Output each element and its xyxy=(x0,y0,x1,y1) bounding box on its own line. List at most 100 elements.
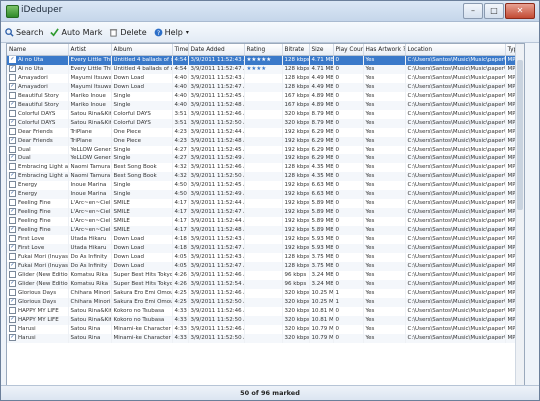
column-header[interactable]: Artist xyxy=(68,44,112,56)
minimize-button[interactable]: – xyxy=(463,3,483,19)
row-checkbox[interactable] xyxy=(9,127,16,135)
row-checkbox[interactable]: ✓ xyxy=(9,279,16,287)
auto-mark-label: Auto Mark xyxy=(61,27,103,37)
table-row[interactable]: Glorious Days Chihara Minori Sakura Ero Em… xyxy=(7,288,524,298)
row-checkbox[interactable] xyxy=(9,73,16,81)
row-checkbox[interactable]: ✓ xyxy=(9,56,16,63)
row-checkbox[interactable] xyxy=(9,288,16,296)
cell-plays: 0 xyxy=(333,190,364,200)
row-checkbox[interactable]: ✓ xyxy=(9,226,16,234)
table-row[interactable]: ✓Embracing Light and D...Naomi TamuraBes… xyxy=(7,172,524,182)
cell-plays: 0 xyxy=(333,55,364,65)
cell-album: Single xyxy=(111,154,173,164)
table-row[interactable]: Embracing Light and D...Naomi TamuraBest… xyxy=(7,163,524,173)
table-row[interactable]: ✓HAPPY MY LIFESatou Rina&Kita...Kokoro n… xyxy=(7,315,524,325)
row-checkbox[interactable]: ✓ xyxy=(9,100,16,108)
table-row[interactable]: ✓ Glorious Days Chihara Minori Sakura Ero E… xyxy=(7,297,524,307)
delete-button[interactable]: Delete xyxy=(109,24,147,40)
row-checkbox[interactable] xyxy=(9,109,16,117)
row-checkbox[interactable]: ✓ xyxy=(9,64,16,72)
cell-loc: C:\Users\Santos\Music\Music\paper\[Marin… xyxy=(405,190,506,200)
cell-artist: Chihara Minori xyxy=(68,288,112,298)
help-button[interactable]: ? Help ▾ xyxy=(154,24,189,40)
table-row[interactable]: Feeling Fine L'Arc~en~Ciel SMILE 4:17 3/9/20… xyxy=(7,199,524,209)
row-checkbox[interactable]: ✓ xyxy=(9,136,16,144)
column-header[interactable]: Bitrate xyxy=(282,44,310,56)
row-checkbox[interactable] xyxy=(9,324,16,332)
table-row[interactable]: ✓Ai no UtaEvery Little ThingUntitled 4 b… xyxy=(7,55,524,65)
row-checkbox[interactable]: ✓ xyxy=(9,154,16,162)
table-row[interactable]: Harusi Satou RinaMinami-ke Character Song… xyxy=(7,324,524,334)
row-checkbox[interactable] xyxy=(9,199,16,207)
cell-rating xyxy=(244,127,283,137)
table-row[interactable]: Feeling Fine L'Arc~en~Ciel SMILE 4:17 3/9/20… xyxy=(7,217,524,227)
table-row[interactable]: ✓ Feeling Fine L'Arc~en~Ciel SMILE 4:17 3/9/2… xyxy=(7,226,524,236)
table-row[interactable]: ✓Colorful DAYSSatou Rina&Kita...Colorful… xyxy=(7,118,524,128)
row-checkbox[interactable] xyxy=(9,163,16,171)
row-checkbox[interactable]: ✓ xyxy=(9,118,16,126)
cell-album: SMILE xyxy=(111,226,173,236)
table-row[interactable]: Dear Friends TriPlane One Piece 4:23 3/9/201… xyxy=(7,127,524,137)
row-checkbox[interactable] xyxy=(9,306,16,314)
table-row[interactable]: First Love Utada Hikaru Down Load 4:18 3/9/2… xyxy=(7,235,524,245)
table-row[interactable]: ✓ Feeling Fine L'Arc~en~Ciel SMILE 4:17 3/9/2… xyxy=(7,208,524,218)
column-header[interactable]: Play Count xyxy=(333,44,364,56)
auto-mark-button[interactable]: Auto Mark xyxy=(50,24,102,40)
column-header[interactable]: Name xyxy=(7,44,69,56)
search-button[interactable]: Search xyxy=(5,24,43,40)
row-checkbox[interactable]: ✓ xyxy=(9,315,16,323)
cell-bitrate: 192 kbps xyxy=(282,208,310,218)
row-checkbox[interactable]: ✓ xyxy=(9,244,16,252)
row-checkbox[interactable]: ✓ xyxy=(9,333,16,341)
table-row[interactable]: ✓HarusiSatou RinaMinami-ke Character Son… xyxy=(7,333,524,343)
table-row[interactable]: ✓ Amayadori Mayumi Itsuwa Down Load 4:40 3/9/… xyxy=(7,82,524,92)
row-checkbox[interactable] xyxy=(9,270,16,278)
table-row[interactable]: Beautiful Story Mariko Inoue Single 4:40 3/9… xyxy=(7,91,524,101)
column-header[interactable]: Album xyxy=(111,44,173,56)
column-header[interactable]: Location xyxy=(405,44,506,56)
table-row[interactable]: ✓ Glider (New Edition) Komatsu Rika Super B… xyxy=(7,279,524,289)
row-checkbox[interactable] xyxy=(9,235,16,243)
table-row[interactable]: ✓Fukai Mori (Inuyasha e...Do As Infinity… xyxy=(7,261,524,271)
table-row[interactable]: Colorful DAYSSatou Rina&Kita...Colorful … xyxy=(7,109,524,119)
close-button[interactable]: ✕ xyxy=(505,3,535,19)
column-header[interactable]: Has Artwork ? xyxy=(363,44,406,56)
cell-name: HAPPY MY LIFE xyxy=(7,306,69,316)
row-checkbox[interactable]: ✓ xyxy=(9,208,16,216)
cell-artist: L'Arc~en~Ciel xyxy=(68,199,112,209)
table-row[interactable]: ✓ Beautiful Story Mariko Inoue Single 4:40 3/… xyxy=(7,100,524,110)
column-header[interactable]: Size xyxy=(309,44,334,56)
cell-loc: C:\Users\Santos\Music\Music\paper\[Tiet … xyxy=(405,324,506,334)
column-header[interactable]: Time xyxy=(172,44,189,56)
cell-date: 3/9/2011 11:52:48 AM xyxy=(188,136,245,146)
row-checkbox[interactable] xyxy=(9,217,16,225)
table-row[interactable]: Energy Inoue Marina Single 4:50 3/9/2011 11:… xyxy=(7,181,524,191)
vertical-scrollbar[interactable] xyxy=(515,44,524,388)
table-row[interactable]: Dual YeLLOW Gener... Single 4:27 3/9/2011 11… xyxy=(7,145,524,155)
row-checkbox[interactable] xyxy=(9,252,16,260)
scrollbar-thumb[interactable] xyxy=(517,60,523,210)
table-row[interactable]: ✓ Energy Inoue Marina Single 4:50 3/9/2011 11… xyxy=(7,190,524,200)
table-row[interactable]: Glider (New Edition) Komatsu Rika Super Be… xyxy=(7,270,524,280)
cell-name-text: Amayadori xyxy=(18,74,48,81)
table-row[interactable]: ✓ Dear Friends TriPlane One Piece 4:23 3/9/20… xyxy=(7,136,524,146)
row-checkbox[interactable]: ✓ xyxy=(9,261,16,269)
table-row[interactable]: Amayadori Mayumi Itsuwa Down Load 4:40 3/9/2… xyxy=(7,73,524,83)
row-checkbox[interactable] xyxy=(9,145,16,153)
cell-album: Sakura Ero Emi Omou xyxy=(111,288,173,298)
cell-time: 4:17 xyxy=(172,217,189,227)
table-row[interactable]: HAPPY MY LIFE Satou Rina&Kita...Kokoro no… xyxy=(7,306,524,316)
maximize-button[interactable]: □ xyxy=(484,3,504,19)
row-checkbox[interactable] xyxy=(9,91,16,99)
row-checkbox[interactable]: ✓ xyxy=(9,190,16,198)
table-row[interactable]: Fukai Mori (Inuyasha e...Do As InfinityD… xyxy=(7,252,524,262)
row-checkbox[interactable]: ✓ xyxy=(9,172,16,180)
row-checkbox[interactable] xyxy=(9,181,16,189)
row-checkbox[interactable]: ✓ xyxy=(9,82,16,90)
column-header[interactable]: Date Added xyxy=(188,44,245,56)
column-header[interactable]: Rating xyxy=(244,44,283,56)
table-row[interactable]: ✓ First Love Utada Hikaru Down Load 4:18 3/9/… xyxy=(7,244,524,253)
row-checkbox[interactable]: ✓ xyxy=(9,297,16,305)
table-row[interactable]: ✓ Dual YeLLOW Gener... Single 4:27 3/9/2011 1… xyxy=(7,154,524,164)
table-row[interactable]: ✓Ai no UtaEvery Little ThingUntitled 4 b… xyxy=(7,64,524,74)
